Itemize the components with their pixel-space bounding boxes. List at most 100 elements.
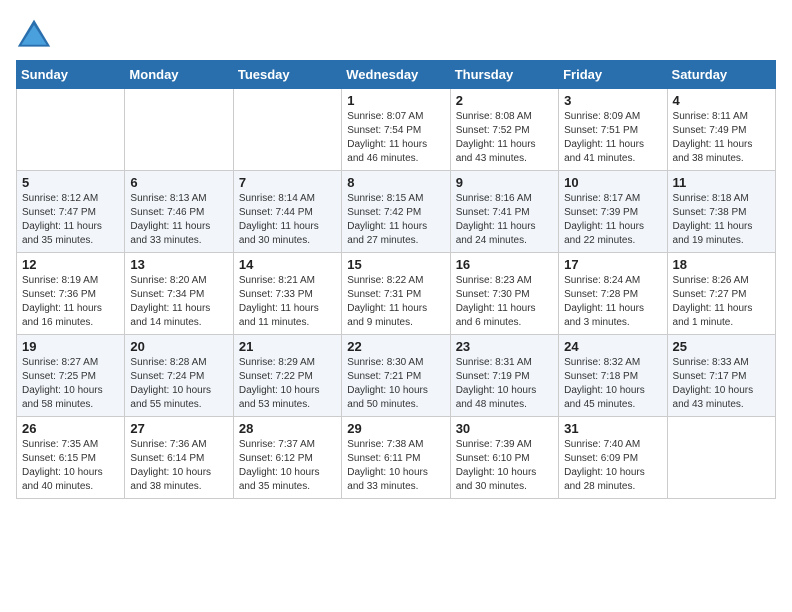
day-number: 30 — [456, 421, 553, 436]
day-info: Sunrise: 8:09 AM Sunset: 7:51 PM Dayligh… — [564, 110, 661, 166]
day-info: Sunrise: 8:24 AM Sunset: 7:28 PM Dayligh… — [564, 274, 661, 330]
day-number: 17 — [564, 257, 661, 272]
day-info: Sunrise: 8:17 AM Sunset: 7:39 PM Dayligh… — [564, 192, 661, 248]
day-cell: 28Sunrise: 7:37 AM Sunset: 6:12 PM Dayli… — [233, 417, 341, 499]
day-info: Sunrise: 8:33 AM Sunset: 7:17 PM Dayligh… — [673, 356, 770, 412]
day-cell: 27 Sunrise: 7:36 AM Sunset: 6:14 PM Dayli… — [125, 417, 233, 499]
week-row-5: 26 Sunrise: 7:35 AM Sunset: 6:15 PM Dayli… — [17, 417, 776, 499]
day-cell: 20Sunrise: 8:28 AM Sunset: 7:24 PM Dayli… — [125, 335, 233, 417]
col-header-friday: Friday — [559, 61, 667, 89]
day-cell — [667, 417, 775, 499]
day-cell: 21 Sunrise: 8:29 AM Sunset: 7:22 PM Dayli… — [233, 335, 341, 417]
day-number: 29 — [347, 421, 444, 436]
day-number: 27 — [130, 421, 227, 436]
col-header-tuesday: Tuesday — [233, 61, 341, 89]
col-header-wednesday: Wednesday — [342, 61, 450, 89]
day-info: Sunrise: 8:14 AM Sunset: 7:44 PM Dayligh… — [239, 192, 336, 248]
day-cell: 3 Sunrise: 8:09 AM Sunset: 7:51 PM Daylig… — [559, 89, 667, 171]
day-number: 19 — [22, 339, 119, 354]
day-info: Sunrise: 8:26 AM Sunset: 7:27 PM Dayligh… — [673, 274, 770, 330]
day-info: Sunrise: 8:18 AM Sunset: 7:38 PM Dayligh… — [673, 192, 770, 248]
day-number: 26 — [22, 421, 119, 436]
day-number: 6 — [130, 175, 227, 190]
day-cell: 9Sunrise: 8:16 AM Sunset: 7:41 PM Daylig… — [450, 171, 558, 253]
day-cell: 11 Sunrise: 8:18 AM Sunset: 7:38 PM Dayli… — [667, 171, 775, 253]
day-cell: 6 Sunrise: 8:13 AM Sunset: 7:46 PM Daylig… — [125, 171, 233, 253]
day-number: 21 — [239, 339, 336, 354]
day-number: 10 — [564, 175, 661, 190]
day-number: 5 — [22, 175, 119, 190]
day-cell: 26 Sunrise: 7:35 AM Sunset: 6:15 PM Dayli… — [17, 417, 125, 499]
day-info: Sunrise: 7:39 AM Sunset: 6:10 PM Dayligh… — [456, 438, 553, 494]
col-header-thursday: Thursday — [450, 61, 558, 89]
day-info: Sunrise: 8:07 AM Sunset: 7:54 PM Dayligh… — [347, 110, 444, 166]
day-info: Sunrise: 8:29 AM Sunset: 7:22 PM Dayligh… — [239, 356, 336, 412]
day-cell: 30 Sunrise: 7:39 AM Sunset: 6:10 PM Dayli… — [450, 417, 558, 499]
day-cell: 14Sunrise: 8:21 AM Sunset: 7:33 PM Dayli… — [233, 253, 341, 335]
col-header-monday: Monday — [125, 61, 233, 89]
col-header-saturday: Saturday — [667, 61, 775, 89]
day-number: 11 — [673, 175, 770, 190]
week-row-2: 5 Sunrise: 8:12 AM Sunset: 7:47 PM Daylig… — [17, 171, 776, 253]
day-cell: 13 Sunrise: 8:20 AM Sunset: 7:34 PM Dayli… — [125, 253, 233, 335]
day-info: Sunrise: 8:28 AM Sunset: 7:24 PM Dayligh… — [130, 356, 227, 412]
day-cell: 25 Sunrise: 8:33 AM Sunset: 7:17 PM Dayli… — [667, 335, 775, 417]
day-cell: 17 Sunrise: 8:24 AM Sunset: 7:28 PM Dayli… — [559, 253, 667, 335]
day-cell — [125, 89, 233, 171]
day-info: Sunrise: 7:35 AM Sunset: 6:15 PM Dayligh… — [22, 438, 119, 494]
day-number: 24 — [564, 339, 661, 354]
day-number: 1 — [347, 93, 444, 108]
page-header — [16, 16, 776, 52]
day-number: 25 — [673, 339, 770, 354]
day-cell: 5 Sunrise: 8:12 AM Sunset: 7:47 PM Daylig… — [17, 171, 125, 253]
day-info: Sunrise: 8:15 AM Sunset: 7:42 PM Dayligh… — [347, 192, 444, 248]
day-cell: 7Sunrise: 8:14 AM Sunset: 7:44 PM Daylig… — [233, 171, 341, 253]
day-cell: 2Sunrise: 8:08 AM Sunset: 7:52 PM Daylig… — [450, 89, 558, 171]
days-of-week-row: SundayMondayTuesdayWednesdayThursdayFrid… — [17, 61, 776, 89]
day-cell — [17, 89, 125, 171]
day-info: Sunrise: 8:22 AM Sunset: 7:31 PM Dayligh… — [347, 274, 444, 330]
day-info: Sunrise: 8:32 AM Sunset: 7:18 PM Dayligh… — [564, 356, 661, 412]
day-number: 23 — [456, 339, 553, 354]
day-cell: 4Sunrise: 8:11 AM Sunset: 7:49 PM Daylig… — [667, 89, 775, 171]
day-cell: 10 Sunrise: 8:17 AM Sunset: 7:39 PM Dayli… — [559, 171, 667, 253]
day-cell: 19 Sunrise: 8:27 AM Sunset: 7:25 PM Dayli… — [17, 335, 125, 417]
day-info: Sunrise: 8:27 AM Sunset: 7:25 PM Dayligh… — [22, 356, 119, 412]
day-info: Sunrise: 8:20 AM Sunset: 7:34 PM Dayligh… — [130, 274, 227, 330]
day-number: 4 — [673, 93, 770, 108]
day-info: Sunrise: 8:30 AM Sunset: 7:21 PM Dayligh… — [347, 356, 444, 412]
day-info: Sunrise: 7:40 AM Sunset: 6:09 PM Dayligh… — [564, 438, 661, 494]
week-row-3: 12 Sunrise: 8:19 AM Sunset: 7:36 PM Dayli… — [17, 253, 776, 335]
day-cell: 16Sunrise: 8:23 AM Sunset: 7:30 PM Dayli… — [450, 253, 558, 335]
day-number: 22 — [347, 339, 444, 354]
day-info: Sunrise: 8:16 AM Sunset: 7:41 PM Dayligh… — [456, 192, 553, 248]
day-info: Sunrise: 8:19 AM Sunset: 7:36 PM Dayligh… — [22, 274, 119, 330]
day-number: 3 — [564, 93, 661, 108]
logo — [16, 16, 56, 52]
day-info: Sunrise: 8:31 AM Sunset: 7:19 PM Dayligh… — [456, 356, 553, 412]
day-number: 15 — [347, 257, 444, 272]
day-number: 28 — [239, 421, 336, 436]
col-header-sunday: Sunday — [17, 61, 125, 89]
day-info: Sunrise: 8:23 AM Sunset: 7:30 PM Dayligh… — [456, 274, 553, 330]
week-row-1: 1 Sunrise: 8:07 AM Sunset: 7:54 PM Daylig… — [17, 89, 776, 171]
day-info: Sunrise: 8:13 AM Sunset: 7:46 PM Dayligh… — [130, 192, 227, 248]
day-number: 14 — [239, 257, 336, 272]
day-cell — [233, 89, 341, 171]
week-row-4: 19 Sunrise: 8:27 AM Sunset: 7:25 PM Dayli… — [17, 335, 776, 417]
day-cell: 8 Sunrise: 8:15 AM Sunset: 7:42 PM Daylig… — [342, 171, 450, 253]
day-info: Sunrise: 8:12 AM Sunset: 7:47 PM Dayligh… — [22, 192, 119, 248]
day-number: 8 — [347, 175, 444, 190]
day-number: 18 — [673, 257, 770, 272]
day-number: 2 — [456, 93, 553, 108]
day-number: 31 — [564, 421, 661, 436]
day-number: 13 — [130, 257, 227, 272]
day-info: Sunrise: 7:36 AM Sunset: 6:14 PM Dayligh… — [130, 438, 227, 494]
day-cell: 23 Sunrise: 8:31 AM Sunset: 7:19 PM Dayli… — [450, 335, 558, 417]
day-cell: 31 Sunrise: 7:40 AM Sunset: 6:09 PM Dayli… — [559, 417, 667, 499]
day-cell: 12 Sunrise: 8:19 AM Sunset: 7:36 PM Dayli… — [17, 253, 125, 335]
day-cell: 18 Sunrise: 8:26 AM Sunset: 7:27 PM Dayli… — [667, 253, 775, 335]
day-cell: 1 Sunrise: 8:07 AM Sunset: 7:54 PM Daylig… — [342, 89, 450, 171]
day-cell: 15 Sunrise: 8:22 AM Sunset: 7:31 PM Dayli… — [342, 253, 450, 335]
day-number: 12 — [22, 257, 119, 272]
